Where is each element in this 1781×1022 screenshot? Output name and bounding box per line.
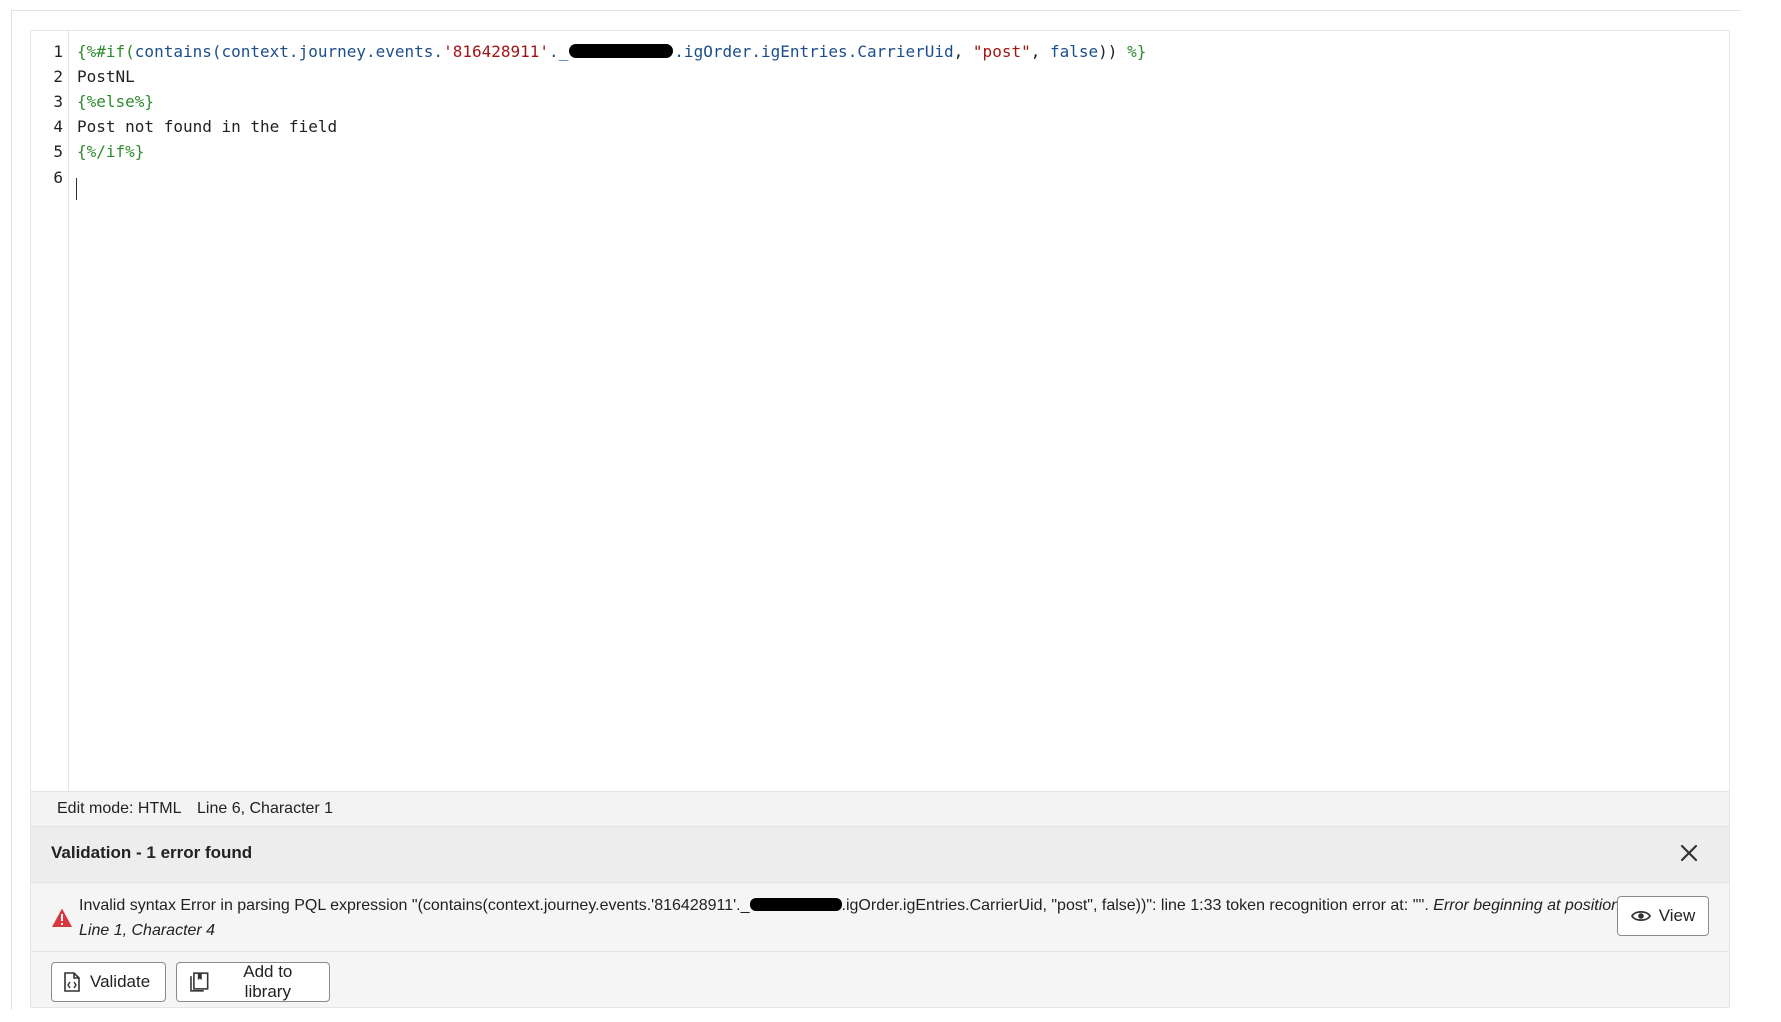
code-line-2[interactable]: PostNL <box>77 64 135 90</box>
editor-footer: Validate Add to library <box>31 952 1729 1007</box>
eye-icon <box>1630 910 1651 922</box>
line-number: 3 <box>53 92 63 111</box>
line-number: 6 <box>53 168 63 187</box>
validate-button[interactable]: Validate <box>51 962 166 1002</box>
code-editor[interactable]: 1 2 3 4 5 6 {%#if(contains(context.journ… <box>31 31 1729 791</box>
validation-error: Invalid syntax Error in parsing PQL expr… <box>31 882 1729 952</box>
file-code-icon <box>64 972 80 992</box>
error-message: Invalid syntax Error in parsing PQL expr… <box>79 893 1639 943</box>
code-token: %} <box>1127 42 1147 61</box>
error-text-part: .igOrder.igEntries.CarrierUid, "post", f… <box>841 897 1434 914</box>
line-number: 4 <box>53 117 63 136</box>
view-button[interactable]: View <box>1617 896 1709 936</box>
validation-title: Validation - 1 error found <box>51 843 253 862</box>
code-token: "post" <box>972 42 1031 61</box>
line-number: 5 <box>53 142 63 161</box>
expression-editor-panel: 1 2 3 4 5 6 {%#if(contains(context.journ… <box>30 30 1730 1008</box>
validate-button-label: Validate <box>90 972 151 991</box>
code-token: ._ <box>549 42 569 61</box>
top-divider <box>11 10 1741 11</box>
code-token: , <box>1030 42 1050 61</box>
code-line-1[interactable]: {%#if(contains(context.journey.events.'8… <box>77 39 1146 65</box>
library-icon <box>190 972 209 992</box>
code-token: '816428911' <box>443 42 550 61</box>
code-line-4[interactable]: Post not found in the field <box>77 114 337 140</box>
code-line-3[interactable]: {%else%} <box>77 89 154 115</box>
editor-status-bar: Edit mode: HTML Line 6, Character 1 <box>31 791 1729 826</box>
code-token: .igOrder.igEntries.CarrierUid <box>674 42 954 61</box>
alert-icon <box>52 908 72 927</box>
code-line-5[interactable]: {%/if%} <box>77 139 144 165</box>
validation-header: Validation - 1 error found <box>31 826 1729 882</box>
code-token: {%#if( <box>77 42 135 61</box>
close-icon[interactable] <box>1677 841 1701 865</box>
edit-mode-label: Edit mode: HTML <box>57 800 182 817</box>
text-cursor <box>76 178 77 200</box>
code-token: )) <box>1098 42 1128 61</box>
code-token: contains( <box>134 42 222 61</box>
code-token: , <box>953 42 973 61</box>
redaction-mark <box>749 898 842 911</box>
add-to-library-button[interactable]: Add to library <box>176 962 330 1002</box>
code-token: false <box>1049 42 1099 61</box>
code-token: context.journey.events. <box>221 42 444 61</box>
error-text-part: Invalid syntax Error in parsing PQL expr… <box>79 897 750 914</box>
view-button-label: View <box>1658 906 1696 925</box>
add-to-library-label: Add to library <box>243 962 293 1001</box>
line-number: 2 <box>53 67 63 86</box>
left-divider <box>11 10 12 1010</box>
redaction-mark <box>569 44 674 58</box>
cursor-position-label: Line 6, Character 1 <box>197 800 334 817</box>
line-number: 1 <box>53 42 63 61</box>
line-number-gutter: 1 2 3 4 5 6 <box>31 31 69 791</box>
